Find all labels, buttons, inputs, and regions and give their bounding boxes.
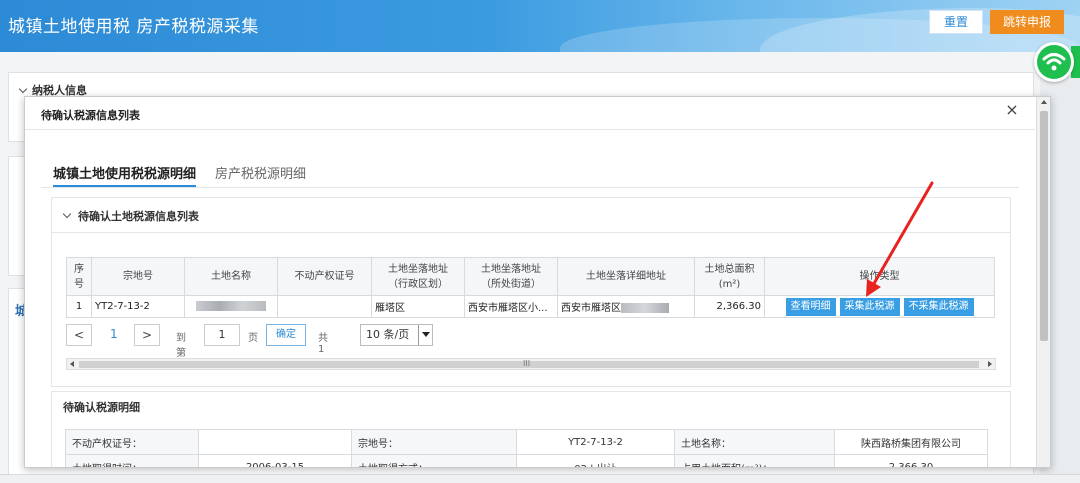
table-row: 不动产权证号： 宗地号： YT2-7-13-2 土地名称： 陕西路桥集团有限公司 xyxy=(65,429,988,455)
column-header: 土地名称 xyxy=(184,257,278,296)
field-label: 不动产权证号： xyxy=(65,429,199,455)
scroll-grip: III xyxy=(523,359,531,368)
goto-confirm-button[interactable]: 确定 xyxy=(266,324,306,346)
skip-source-button[interactable]: 不采集此税源 xyxy=(903,297,974,316)
panel-title[interactable]: 待确认土地税源信息列表 xyxy=(62,208,199,224)
tab-property-tax[interactable]: 房产税税源明细 xyxy=(215,163,306,185)
cell-actions: 查看明细 采集此税源 不采集此税源 xyxy=(764,295,995,318)
column-header: 土地坐落详细地址 xyxy=(557,257,695,296)
cell-index: 1 xyxy=(66,295,92,318)
collect-source-button[interactable]: 采集此税源 xyxy=(839,297,900,316)
wifi-icon[interactable] xyxy=(1034,42,1074,82)
page-size-value: 10 条/页 xyxy=(366,328,410,341)
divider xyxy=(52,232,1010,233)
cell-parcel-no: YT2-7-13-2 xyxy=(91,295,185,318)
field-label: 土地取得时间： xyxy=(65,454,199,467)
wifi-glyph xyxy=(1042,53,1066,71)
chevron-down-icon xyxy=(18,84,28,94)
prev-page-button[interactable]: < xyxy=(66,324,92,346)
scroll-right-icon[interactable] xyxy=(988,361,992,367)
column-header: 操作类型 xyxy=(764,257,995,296)
horizontal-scrollbar[interactable]: III xyxy=(66,358,996,370)
field-value: 陕西路桥集团有限公司 xyxy=(834,429,988,455)
current-page-number[interactable]: 1 xyxy=(110,327,118,341)
page-unit-label: 页 xyxy=(248,333,258,344)
divider xyxy=(25,129,1035,130)
field-value: 2006-03-15 xyxy=(198,454,352,467)
chevron-down-icon xyxy=(62,209,72,219)
pending-tax-source-modal: 待确认税源信息列表 × 城镇土地使用税税源明细 房产税税源明细 待确认土地税源信… xyxy=(24,96,1051,468)
scrollbar-thumb[interactable] xyxy=(1040,111,1048,341)
pending-land-list-panel: 待确认土地税源信息列表 序 号 宗地号 土地名称 不动产权证号 土地坐落地址 （… xyxy=(51,197,1011,387)
cell-land-name xyxy=(184,295,278,318)
column-header: 不动产权证号 xyxy=(277,257,372,296)
app-title: 城镇土地使用税 房产税税源采集 xyxy=(8,17,259,37)
scroll-left-icon[interactable] xyxy=(70,361,74,367)
redacted-text xyxy=(621,303,669,313)
pending-land-table: 序 号 宗地号 土地名称 不动产权证号 土地坐落地址 （行政区划） 土地坐落地址… xyxy=(66,257,995,318)
field-label: 宗地号： xyxy=(351,429,517,455)
top-header: 城镇土地使用税 房产税税源采集 重置 跳转申报 xyxy=(0,0,1080,52)
chevron-down-icon xyxy=(418,325,432,345)
field-label: 土地名称： xyxy=(674,429,835,455)
cell-area: 2,366.30 xyxy=(694,295,765,318)
column-header: 土地坐落地址 （行政区划） xyxy=(371,257,465,296)
table-row: 土地取得时间： 2006-03-15 土地取得方式： 02 | 出让 占用土地面… xyxy=(65,454,988,467)
panel-title-label: 待确认土地税源信息列表 xyxy=(78,210,199,223)
table-header-row: 序 号 宗地号 土地名称 不动产权证号 土地坐落地址 （行政区划） 土地坐落地址… xyxy=(66,257,995,296)
cell-address: 西安市雁塔区 xyxy=(557,295,695,318)
close-icon[interactable]: × xyxy=(1003,101,1021,119)
modal-title: 待确认税源信息列表 xyxy=(41,109,140,122)
field-label: 土地取得方式： xyxy=(351,454,517,467)
field-value: YT2-7-13-2 xyxy=(516,429,675,455)
tab-land-tax[interactable]: 城镇土地使用税税源明细 xyxy=(53,163,196,185)
scroll-up-icon[interactable] xyxy=(1041,100,1047,104)
column-header: 土地总面积 (m²) xyxy=(694,257,765,296)
view-detail-button[interactable]: 查看明细 xyxy=(785,297,836,316)
reset-button[interactable]: 重置 xyxy=(929,10,983,34)
field-value xyxy=(198,429,352,455)
vertical-scrollbar[interactable] xyxy=(1036,97,1050,467)
address-text: 西安市雁塔区 xyxy=(561,303,621,314)
goto-page-input[interactable]: 1 xyxy=(204,324,240,346)
table-row: 1 YT2-7-13-2 雁塔区 西安市雁塔区小... 西安市雁塔区 2,366… xyxy=(66,295,995,318)
redacted-text xyxy=(196,301,266,311)
field-label: 占用土地面积(m²)： xyxy=(674,454,835,467)
jump-declare-button[interactable]: 跳转申报 xyxy=(990,10,1064,34)
field-value: 2,366.30 xyxy=(834,454,988,467)
page-size-select[interactable]: 10 条/页 xyxy=(360,324,433,346)
cell-property-cert xyxy=(277,295,372,318)
column-header: 宗地号 xyxy=(91,257,185,296)
column-header: 序 号 xyxy=(66,257,92,296)
detail-table: 不动产权证号： 宗地号： YT2-7-13-2 土地名称： 陕西路桥集团有限公司… xyxy=(65,429,988,467)
detail-title: 待确认税源明细 xyxy=(63,401,140,414)
divider xyxy=(41,187,1019,188)
status-bar xyxy=(0,474,1080,483)
cell-district: 雁塔区 xyxy=(371,295,465,318)
column-header: 土地坐落地址 （所处街道） xyxy=(464,257,558,296)
field-value[interactable]: 02 | 出让 xyxy=(516,454,675,467)
goto-label: 到第 xyxy=(176,333,186,359)
cell-street: 西安市雁塔区小... xyxy=(464,295,558,318)
next-page-button[interactable]: > xyxy=(134,324,160,346)
